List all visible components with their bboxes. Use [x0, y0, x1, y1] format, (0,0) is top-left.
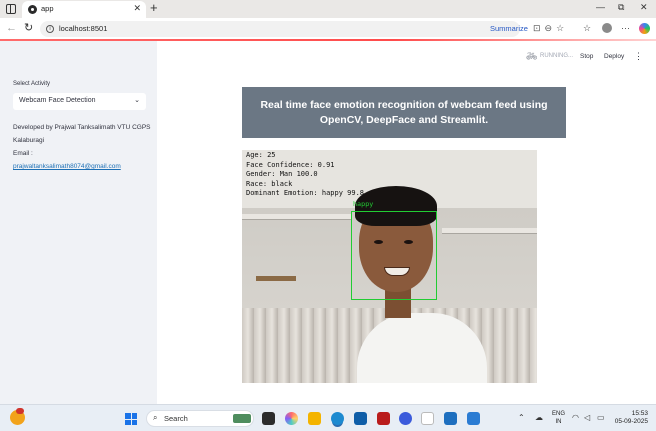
mcafee-icon[interactable] — [377, 412, 390, 425]
activity-select[interactable]: Webcam Face Detection ⌄ — [13, 93, 146, 110]
info-icon[interactable]: i — [46, 25, 54, 33]
page-title: Real time face emotion recognition of we… — [260, 98, 548, 126]
search-highlight-image — [233, 414, 251, 423]
race-text: Race: black — [246, 179, 293, 188]
select-activity-label: Select Activity — [13, 81, 51, 87]
chevron-down-icon: ⌄ — [134, 97, 140, 104]
developer-info: Developed by Prajwal Tanksalimath VTU CG… — [13, 121, 153, 173]
shelf — [442, 228, 537, 234]
face-detection-box — [351, 211, 437, 300]
taskbar-search[interactable]: ⌕ Search — [146, 410, 254, 427]
activity-select-value: Webcam Face Detection — [19, 97, 96, 104]
more-icon[interactable]: ··· — [621, 23, 630, 33]
restore-button[interactable]: ⧉ — [618, 2, 624, 13]
running-status: RUNNING... — [540, 53, 573, 59]
onedrive-icon[interactable]: ☁ — [535, 413, 543, 422]
copilot-app-icon[interactable] — [285, 412, 298, 425]
running-icon: 🚲︎ — [526, 51, 538, 61]
tab-close-icon[interactable]: ✕ — [133, 3, 141, 14]
face-confidence-text: Face Confidence: 0.91 — [246, 160, 335, 169]
address-bar-icons[interactable]: ⊡⊖☆ — [533, 23, 568, 34]
webcam-feed: happy Age: 25 Face Confidence: 0.91 Gend… — [242, 150, 537, 383]
lang-region: IN — [555, 419, 562, 425]
analysis-overlay: Age: 25 Face Confidence: 0.91 Gender: Ma… — [246, 151, 364, 199]
edge-icon[interactable] — [331, 412, 344, 425]
clock[interactable]: 15:53 05-09-2025 — [612, 410, 648, 426]
clock-time: 15:53 — [631, 410, 648, 417]
taskbar: ⌕ Search ⌃ ☁ ENG IN ◠ ◁ ▭ 15:53 05-09-20… — [0, 404, 656, 431]
browser-window: app ✕ + — ⧉ ✕ ← ↻ i localhost:8501 Summa… — [0, 0, 656, 431]
favorites-icon[interactable]: ☆ — [583, 23, 591, 34]
main-area: 🚲︎ RUNNING... Stop Deploy ⋮ Real time fa… — [157, 41, 656, 404]
windows-start-icon[interactable] — [125, 413, 137, 425]
search-placeholder: Search — [164, 414, 188, 423]
stop-button[interactable]: Stop — [580, 53, 593, 60]
face-emotion-label: happy — [353, 200, 374, 208]
weather-badge — [16, 408, 24, 414]
amazon-icon[interactable] — [421, 412, 434, 425]
sidebar-toggle-icon[interactable] — [6, 4, 16, 14]
search-icon: ⌕ — [153, 413, 158, 422]
url-text[interactable]: localhost:8501 — [59, 24, 107, 33]
volume-icon[interactable]: ◁ — [584, 413, 590, 422]
address-bar[interactable]: i localhost:8501 Summarize ⊡⊖☆ — [40, 21, 564, 37]
tab-strip: app ✕ + — ⧉ ✕ — [0, 0, 656, 18]
deploy-button[interactable]: Deploy — [604, 53, 624, 60]
profile-avatar[interactable] — [602, 23, 612, 33]
minimize-button[interactable]: — — [596, 2, 605, 12]
language-indicator[interactable]: ENG IN — [552, 410, 565, 426]
app-icon[interactable] — [444, 412, 457, 425]
reload-icon[interactable]: ↻ — [24, 23, 33, 34]
browser-tab[interactable]: app ✕ — [22, 1, 146, 18]
file-explorer-icon[interactable] — [308, 412, 321, 425]
main-menu-icon[interactable]: ⋮ — [634, 51, 643, 62]
close-window-button[interactable]: ✕ — [640, 2, 648, 13]
gender-text: Gender: Man 100.0 — [246, 170, 318, 178]
settings-app-icon[interactable] — [399, 412, 412, 425]
summarize-button[interactable]: Summarize — [490, 24, 528, 33]
back-icon[interactable]: ← — [6, 23, 17, 34]
battery-icon[interactable]: ▭ — [597, 413, 605, 422]
wifi-icon[interactable]: ◠ — [572, 413, 579, 422]
tab-title: app — [41, 4, 54, 13]
age-text: Age: 25 — [246, 151, 276, 159]
title-banner: Real time face emotion recognition of we… — [242, 87, 566, 138]
lang-code: ENG — [552, 411, 566, 417]
wooden-shelf — [256, 276, 296, 281]
vscode-icon[interactable] — [467, 412, 480, 425]
task-view-icon[interactable] — [262, 412, 275, 425]
dominant-emotion-text: Dominant Emotion: happy 99.8 — [246, 189, 365, 197]
address-toolbar: ← ↻ i localhost:8501 Summarize ⊡⊖☆ ☆ ··· — [0, 18, 656, 40]
store-icon[interactable] — [354, 412, 367, 425]
copilot-icon[interactable] — [639, 23, 650, 34]
streamlit-favicon-icon — [28, 5, 37, 14]
new-tab-button[interactable]: + — [150, 1, 158, 15]
email-label: Email : — [13, 150, 33, 157]
developer-line: Developed by Prajwal Tanksalimath VTU CG… — [13, 124, 151, 144]
sidebar: Select Activity Webcam Face Detection ⌄ … — [0, 41, 157, 404]
email-link[interactable]: prajwaltanksalimath8074@gmail.com — [13, 163, 121, 170]
chevron-up-icon[interactable]: ⌃ — [518, 413, 525, 422]
shelf — [242, 214, 352, 220]
clock-date: 05-09-2025 — [614, 418, 648, 425]
